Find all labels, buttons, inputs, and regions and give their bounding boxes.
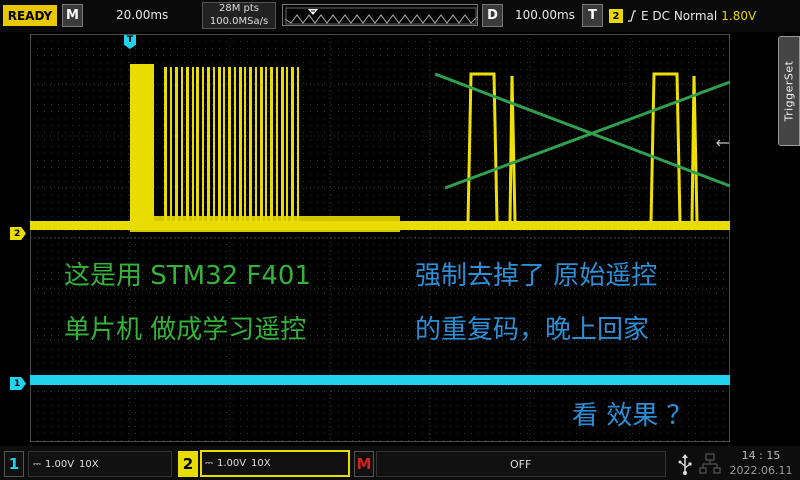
delay-value[interactable]: 100.00ms (515, 8, 575, 22)
annotation-left-line1: 这是用 STM32 F401 (64, 261, 312, 291)
math-state: OFF (510, 458, 532, 471)
top-status-bar: READY M 20.00ms 28M pts 100.0MSa/s D 100… (0, 0, 800, 32)
clock-date: 2022.06.11 (729, 464, 793, 477)
memory-depth: 28M pts (218, 3, 259, 14)
ch1-settings[interactable]: ⎓ 1.00V 10X (28, 451, 172, 477)
network-icon[interactable] (699, 452, 721, 476)
clock-time: 14 : 15 (741, 449, 781, 462)
ch1-scale: 1.00V (45, 459, 75, 470)
ch2-offset-marker[interactable]: 2 (10, 227, 26, 240)
timebase-value[interactable]: 20.00ms (116, 8, 168, 22)
trigger-edge-rising-icon (628, 10, 636, 22)
ch2-button[interactable]: 2 (178, 451, 198, 477)
delay-menu-key[interactable]: D (482, 4, 503, 27)
ch2-settings[interactable]: ⎓ 1.00V 10X (200, 450, 350, 477)
trigger-level: 1.80V (721, 9, 757, 23)
trigger-position-icon (308, 9, 318, 15)
sample-rate: 100.0MSa/s (209, 16, 269, 27)
ch1-offset-marker[interactable]: 1 (10, 377, 26, 390)
annotation-left-line2: 单片机 做成学习遥控 (64, 315, 307, 345)
trigger-source-badge: 2 (609, 9, 623, 23)
memory-overview-waveform (284, 7, 478, 25)
ch1-button[interactable]: 1 (4, 451, 24, 477)
trigger-menu-key[interactable]: T (582, 4, 603, 27)
run-status-badge[interactable]: READY (3, 5, 57, 26)
horizontal-menu-key[interactable]: M (62, 4, 83, 27)
annotation-right-line1: 强制去掉了 原始遥控 (415, 261, 658, 291)
ch1-probe: 10X (79, 459, 99, 470)
acquisition-info[interactable]: 28M pts 100.0MSa/s (202, 2, 276, 29)
dc-coupling-icon: ⎓ (205, 458, 213, 469)
waveform-display[interactable] (30, 34, 730, 442)
bottom-channel-bar: 1 ⎓ 1.00V 10X 2 ⎓ 1.00V 10X M OFF 14 : 1… (0, 446, 800, 480)
memory-overview-strip[interactable] (282, 4, 478, 26)
math-button[interactable]: M (354, 451, 374, 477)
ch2-probe: 10X (251, 458, 271, 469)
trigger-mode: E DC Normal (641, 9, 718, 23)
dc-coupling-icon: ⎓ (33, 459, 41, 470)
usb-icon[interactable] (676, 452, 694, 476)
ch1-trace (30, 375, 730, 385)
trigger-set-label: TriggerSet (782, 60, 796, 122)
trigger-info[interactable]: 2 E DC Normal 1.80V (609, 6, 756, 26)
trigger-set-tab[interactable]: TriggerSet (778, 36, 800, 146)
ch2-scale: 1.00V (217, 458, 247, 469)
annotation-right-line2: 的重复码，晚上回家 (415, 315, 650, 345)
annotation-bottom-line: 看 效果 ？ (572, 401, 693, 431)
trigger-level-arrow-icon (716, 139, 729, 147)
math-settings[interactable]: OFF (376, 451, 666, 477)
